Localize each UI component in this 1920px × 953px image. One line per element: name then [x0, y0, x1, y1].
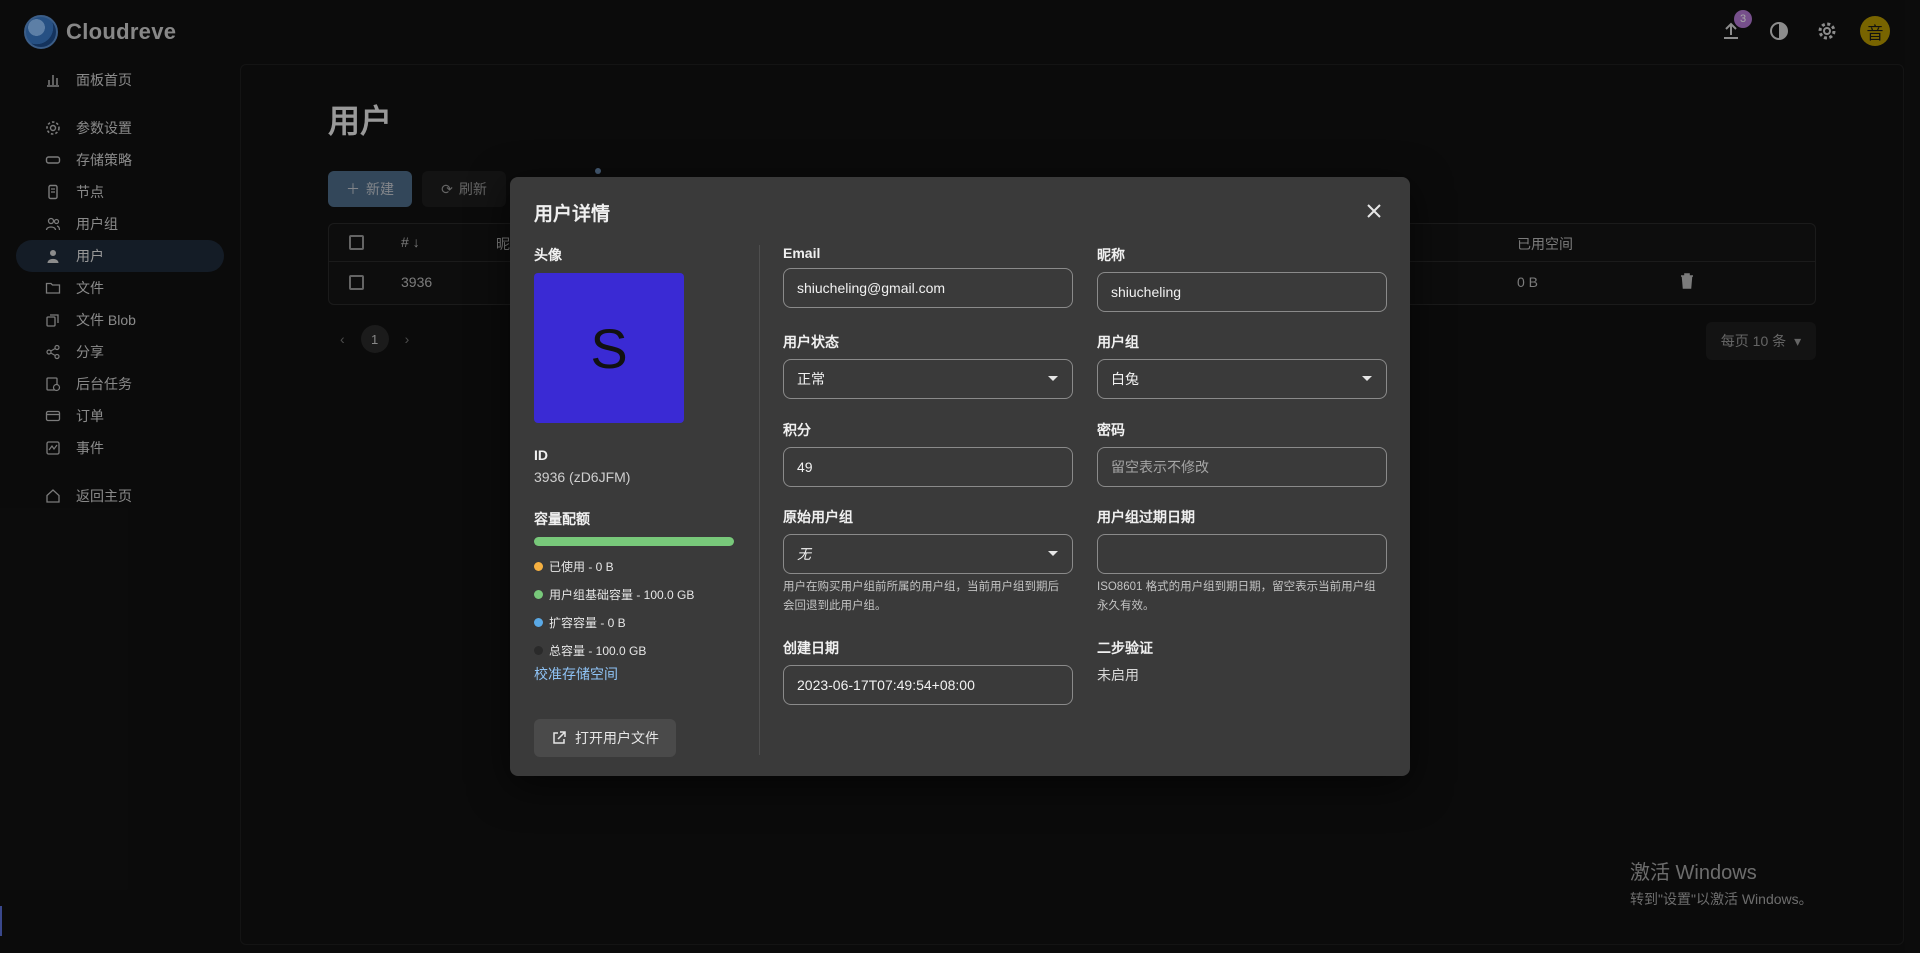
nickname-field-group: 昵称 shiucheling	[1097, 245, 1387, 312]
twofa-field-group: 二步验证 未启用	[1097, 638, 1387, 685]
group-field-group: 用户组 白兔	[1097, 332, 1387, 399]
extra-dot	[534, 617, 543, 627]
avatar-label: 头像	[534, 247, 562, 263]
id-label: ID	[534, 447, 548, 463]
created-label: 创建日期	[783, 640, 839, 656]
total-dot	[534, 645, 543, 655]
password-label: 密码	[1097, 422, 1125, 438]
legend-text: 总容量 - 100.0 GB	[549, 643, 647, 658]
legend-text: 扩容容量 - 0 B	[549, 615, 626, 630]
credit-label: 积分	[783, 422, 811, 438]
user-avatar-large: S	[534, 273, 684, 423]
group-expire-field-group: 用户组过期日期 ISO8601 格式的用户组到期日期，留空表示当前用户组永久有效…	[1097, 507, 1387, 616]
created-field-group: 创建日期 2023-06-17T07:49:54+08:00	[783, 638, 1073, 705]
dropdown-arrow-icon	[1048, 376, 1058, 381]
legend-text: 已使用 - 0 B	[549, 559, 614, 574]
dropdown-arrow-icon	[1362, 376, 1372, 381]
group-expire-helper: ISO8601 格式的用户组到期日期，留空表示当前用户组永久有效。	[1097, 581, 1376, 612]
email-field-group: Email shiucheling@gmail.com	[783, 245, 1073, 308]
legend-item-extra: 扩容容量 - 0 B	[534, 608, 739, 636]
dialog-divider	[759, 245, 760, 755]
quota-label: 容量配额	[534, 511, 590, 527]
group-label: 用户组	[1097, 334, 1139, 350]
dialog-title: 用户详情	[534, 204, 611, 225]
original-group-value: 无	[797, 546, 811, 562]
original-group-select[interactable]: 无	[783, 534, 1073, 574]
status-label: 用户状态	[783, 334, 839, 350]
open-files-label: 打开用户文件	[575, 730, 659, 746]
id-value: 3936 (zD6JFM)	[534, 469, 631, 485]
original-group-helper: 用户在购买用户组前所属的用户组，当前用户组到期后会回退到此用户组。	[783, 581, 1059, 612]
nickname-field[interactable]: shiucheling	[1097, 272, 1387, 312]
group-base-dot	[534, 589, 543, 599]
nickname-label: 昵称	[1097, 247, 1125, 263]
password-field[interactable]: 留空表示不修改	[1097, 447, 1387, 487]
close-button[interactable]	[1362, 199, 1386, 223]
open-user-files-button[interactable]: 打开用户文件	[534, 719, 676, 757]
created-field[interactable]: 2023-06-17T07:49:54+08:00	[783, 665, 1073, 705]
group-select[interactable]: 白兔	[1097, 359, 1387, 399]
quota-progress-bar	[534, 537, 734, 546]
legend-item-total: 总容量 - 100.0 GB	[534, 636, 739, 664]
quota-legend: 已使用 - 0 B 用户组基础容量 - 100.0 GB 扩容容量 - 0 B …	[534, 552, 739, 664]
group-expire-label: 用户组过期日期	[1097, 509, 1195, 525]
dropdown-arrow-icon	[1048, 551, 1058, 556]
calibrate-storage-link[interactable]: 校准存储空间	[534, 664, 739, 684]
status-select[interactable]: 正常	[783, 359, 1073, 399]
password-field-group: 密码 留空表示不修改	[1097, 420, 1387, 487]
legend-text: 用户组基础容量 - 100.0 GB	[549, 587, 695, 602]
legend-item-group-base: 用户组基础容量 - 100.0 GB	[534, 580, 739, 608]
status-value: 正常	[797, 371, 825, 387]
status-field-group: 用户状态 正常	[783, 332, 1073, 399]
original-group-label: 原始用户组	[783, 509, 853, 525]
original-group-field-group: 原始用户组 无 用户在购买用户组前所属的用户组，当前用户组到期后会回退到此用户组…	[783, 507, 1073, 616]
group-expire-field[interactable]	[1097, 534, 1387, 574]
external-link-icon	[553, 731, 566, 744]
used-dot	[534, 561, 543, 571]
credit-field[interactable]: 49	[783, 447, 1073, 487]
close-icon	[1367, 204, 1381, 218]
user-summary-column: 头像 S ID 3936 (zD6JFM) 容量配额 已使用 - 0 B 用户组…	[534, 245, 739, 684]
twofa-label: 二步验证	[1097, 640, 1153, 656]
group-value: 白兔	[1111, 371, 1139, 387]
user-details-dialog: 用户详情 头像 S ID 3936 (zD6JFM) 容量配额 已使用 - 0 …	[510, 177, 1410, 776]
email-label: Email	[783, 245, 821, 261]
credit-field-group: 积分 49	[783, 420, 1073, 487]
email-field[interactable]: shiucheling@gmail.com	[783, 268, 1073, 308]
twofa-status: 未启用	[1097, 667, 1139, 683]
legend-item-used: 已使用 - 0 B	[534, 552, 739, 580]
